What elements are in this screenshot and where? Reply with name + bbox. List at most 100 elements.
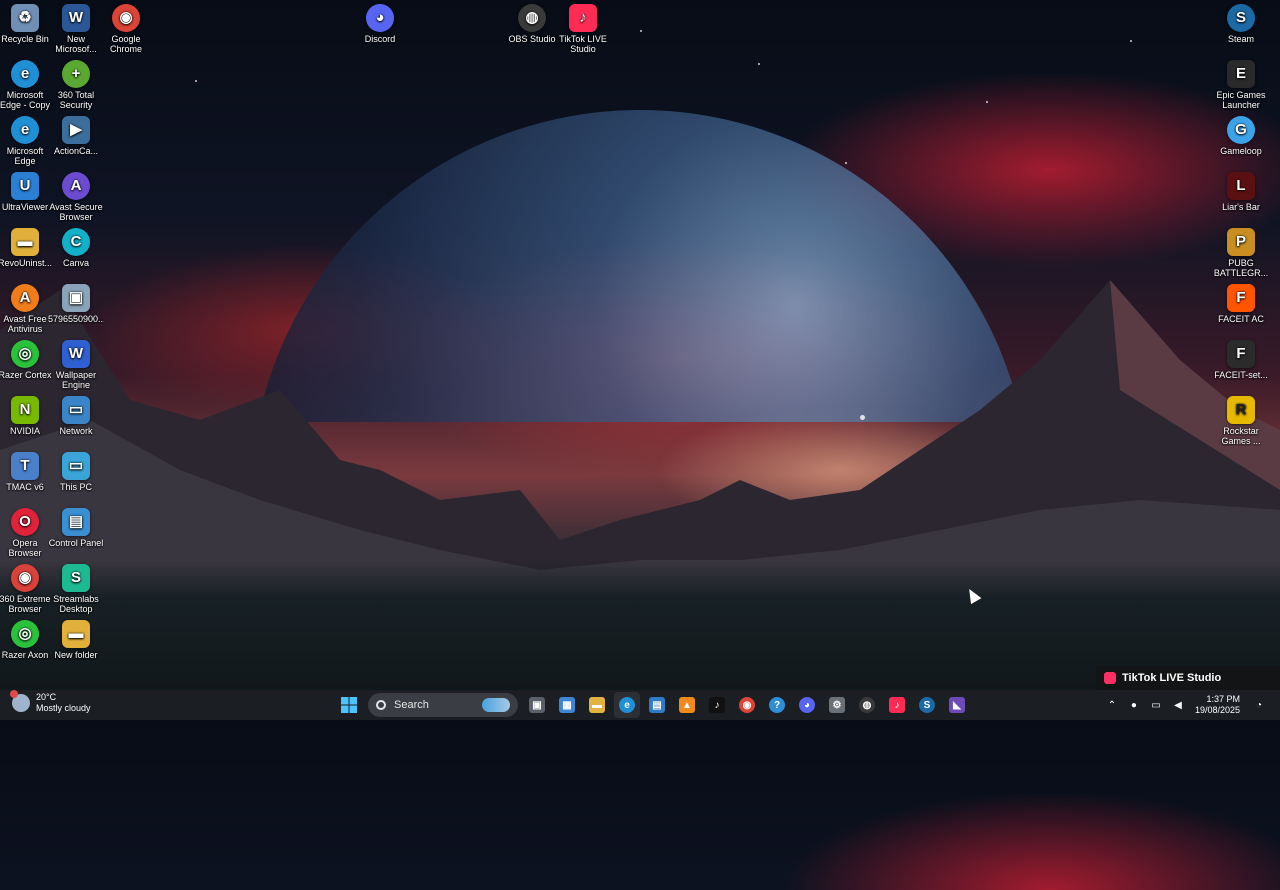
task-view-icon: ▣ (529, 697, 545, 713)
nvidia-icon: N (11, 396, 39, 424)
desktop-icon-tiktok-live[interactable]: ♪ TikTok LIVE Studio (555, 4, 611, 54)
desktop-icon-discord[interactable]: ◕ Discord (352, 4, 408, 44)
desktop-icon-razer-axon[interactable]: ◎ Razer Axon (0, 620, 53, 660)
taskbar-store[interactable]: ▤ (644, 692, 670, 718)
desktop-icon-image-file[interactable]: ▣ 5796550900... (48, 284, 104, 324)
edge-icon: e (11, 116, 39, 144)
vlc-icon: ▲ (679, 697, 695, 713)
desktop-icon-new-word-doc[interactable]: W New Microsof... (48, 4, 104, 54)
taskbar-vlc[interactable]: ▲ (674, 692, 700, 718)
desktop-icon-ultraviewer[interactable]: U UltraViewer (0, 172, 53, 212)
desktop-icon-gameloop[interactable]: G Gameloop (1213, 116, 1269, 156)
desktop-icon-avast-antivirus[interactable]: A Avast Free Antivirus (0, 284, 53, 334)
taskbar-visual-studio[interactable]: ◣ (944, 692, 970, 718)
desktop-icon-label: New Microsof... (55, 34, 97, 54)
taskbar-chrome[interactable]: ◉ (734, 692, 760, 718)
360-browser-icon: ◉ (11, 564, 39, 592)
desktop-icon-label: Epic Games Launcher (1216, 90, 1266, 110)
desktop-icon-opera[interactable]: O Opera Browser (0, 508, 53, 558)
desktop-icon-label: Steam (1227, 34, 1254, 44)
desktop-icon-razer-cortex[interactable]: ◎ Razer Cortex (0, 340, 53, 380)
tiktok-live-banner[interactable]: TikTok LIVE Studio (1096, 666, 1280, 690)
desktop-icon-label: This PC (59, 482, 92, 492)
taskbar-task-view[interactable]: ▣ (524, 692, 550, 718)
desktop-icon-label: FACEIT AC (1218, 314, 1264, 324)
desktop-icon-rockstar[interactable]: R Rockstar Games ... (1213, 396, 1269, 446)
desktop-icon-revo[interactable]: ▬ RevoUninst... (0, 228, 53, 268)
desktop-icon-360-security[interactable]: + 360 Total Security (48, 60, 104, 110)
desktop-icon-label: New folder (54, 650, 98, 660)
rockstar-icon: R (1227, 396, 1255, 424)
start-button[interactable] (336, 692, 362, 718)
desktop-icon-edge[interactable]: e Microsoft Edge (0, 116, 53, 166)
tiktok-live-icon: ♪ (889, 697, 905, 713)
desktop-icon-steam[interactable]: S Steam (1213, 4, 1269, 44)
weather-widget[interactable]: 20°C Mostly cloudy (10, 690, 91, 714)
network-icon[interactable]: ▭ (1149, 698, 1163, 712)
taskbar-discord[interactable]: ◕ (794, 692, 820, 718)
taskbar-widgets[interactable]: ▦ (554, 692, 580, 718)
epic-games-icon: E (1227, 60, 1255, 88)
desktop-icon-label: TikTok LIVE Studio (559, 34, 607, 54)
streamlabs-icon: S (62, 564, 90, 592)
wallpaper-engine-icon: W (62, 340, 90, 368)
desktop-icon-label: Discord (364, 34, 396, 44)
desktop-icon-epic-games[interactable]: E Epic Games Launcher (1213, 60, 1269, 110)
taskbar-help[interactable]: ? (764, 692, 790, 718)
desktop-icon-pubg[interactable]: P PUBG BATTLEGR... (1213, 228, 1269, 278)
desktop-icon-this-pc[interactable]: ▭ This PC (48, 452, 104, 492)
360-security-icon: + (62, 60, 90, 88)
image-file-icon: ▣ (62, 284, 90, 312)
desktop-icon-label: 360 Extreme Browser (0, 594, 51, 614)
microphone-icon[interactable]: ● (1127, 698, 1141, 712)
desktop-icon-avast-browser[interactable]: A Avast Secure Browser (48, 172, 104, 222)
taskbar-edge[interactable]: e (614, 692, 640, 718)
wallpaper-forest (0, 560, 1280, 690)
taskbar-settings[interactable]: ⚙ (824, 692, 850, 718)
desktop-icon-faceit-setup[interactable]: F FACEIT-set... (1213, 340, 1269, 380)
clock[interactable]: 1:37 PM 19/08/2025 (1195, 694, 1240, 716)
discord-icon: ◕ (799, 697, 815, 713)
desktop-icon-360-browser[interactable]: ◉ 360 Extreme Browser (0, 564, 53, 614)
control-panel-icon: ▤ (62, 508, 90, 536)
desktop-icon-faceit-ac[interactable]: F FACEIT AC (1213, 284, 1269, 324)
desktop-icon-edge-copy[interactable]: e Microsoft Edge - Copy (0, 60, 53, 110)
avast-browser-icon: A (62, 172, 90, 200)
desktop-icon-recycle-bin[interactable]: ♻ Recycle Bin (0, 4, 53, 44)
taskbar-tiktok-live[interactable]: ♪ (884, 692, 910, 718)
star (986, 101, 988, 103)
desktop-icon-tmac[interactable]: T TMAC v6 (0, 452, 53, 492)
edge-icon: e (619, 697, 635, 713)
recycle-bin-icon: ♻ (11, 4, 39, 32)
desktop-icon-canva[interactable]: C Canva (48, 228, 104, 268)
taskbar-search[interactable]: Search (368, 693, 518, 717)
desktop-icon-chrome[interactable]: ◉ Google Chrome (98, 4, 154, 54)
steam-icon: S (919, 697, 935, 713)
desktop-icon-label: Gameloop (1220, 146, 1262, 156)
taskbar-tiktok[interactable]: ♪ (704, 692, 730, 718)
tiktok-icon: ♪ (709, 697, 725, 713)
desktop-icon-label: UltraViewer (1, 202, 49, 212)
search-icon (376, 700, 386, 710)
desktop-icon-streamlabs[interactable]: S Streamlabs Desktop (48, 564, 104, 614)
gameloop-icon: G (1227, 116, 1255, 144)
volume-icon[interactable]: ◀ (1171, 698, 1185, 712)
desktop-icon-obs[interactable]: ◍ OBS Studio (504, 4, 560, 44)
desktop-icon-label: Opera Browser (8, 538, 42, 558)
notification-bell-icon[interactable]: ◔ (1252, 698, 1266, 712)
desktop-icon-liars-bar[interactable]: L Liar's Bar (1213, 172, 1269, 212)
desktop-icon-label: Canva (62, 258, 89, 268)
chevron-up-icon[interactable]: ⌃ (1105, 698, 1119, 712)
desktop-icon-network[interactable]: ▭ Network (48, 396, 104, 436)
taskbar-obs[interactable]: ◍ (854, 692, 880, 718)
desktop-icon-wallpaper-engine[interactable]: W Wallpaper Engine (48, 340, 104, 390)
taskbar-steam[interactable]: S (914, 692, 940, 718)
desktop-icon-nvidia[interactable]: N NVIDIA (0, 396, 53, 436)
desktop-icon-control-panel[interactable]: ▤ Control Panel (48, 508, 104, 548)
desktop-icon-actioncam[interactable]: ▶ ActionCa... (48, 116, 104, 156)
tiktok-live-icon: ♪ (569, 4, 597, 32)
star (845, 162, 847, 164)
taskbar-file-explorer[interactable]: ▬ (584, 692, 610, 718)
network-icon: ▭ (62, 396, 90, 424)
desktop-icon-new-folder[interactable]: ▬ New folder (48, 620, 104, 660)
